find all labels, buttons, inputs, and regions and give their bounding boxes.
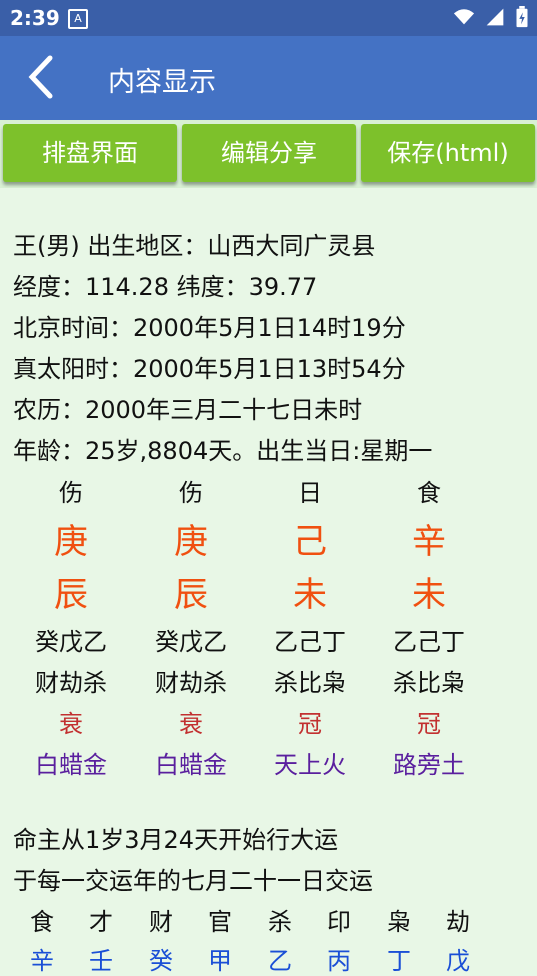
gan-cell: 己 xyxy=(293,522,327,562)
dayun-shishen-cell: 才 xyxy=(89,908,113,936)
info-line-1: 王(男) 出生地区：山西大同广灵县 xyxy=(13,232,376,260)
shishen-cell: 食 xyxy=(417,479,441,507)
canggan-cell: 乙己丁 xyxy=(393,628,465,656)
cang-shishen-cell: 财劫杀 xyxy=(35,669,107,697)
paipan-button[interactable]: 排盘界面 xyxy=(3,124,177,182)
info-line-4: 真太阳时：2000年5月1日13时54分 xyxy=(13,355,406,383)
dayun-shishen-cell: 财 xyxy=(149,908,173,936)
nayin-cell: 白蜡金 xyxy=(35,751,107,779)
state-cell: 衰 xyxy=(179,710,203,738)
dayun-gan-cell: 乙 xyxy=(268,947,292,975)
dayun-shishen-cell: 枭 xyxy=(387,908,411,936)
dayun-line-2: 于每一交运年的七月二十一日交运 xyxy=(13,867,373,895)
dayun-shishen-cell: 劫 xyxy=(446,908,470,936)
gan-row: 庚 庚 己 辛 xyxy=(0,514,537,562)
gan-cell: 庚 xyxy=(54,522,88,562)
dayun-gan-cell: 戊 xyxy=(446,947,470,975)
signal-icon xyxy=(486,8,504,26)
shishen-cell: 日 xyxy=(298,479,322,507)
page-title: 内容显示 xyxy=(108,67,216,98)
cang-shishen-row: 财劫杀 财劫杀 杀比枭 杀比枭 xyxy=(0,663,537,707)
app-bar: 内容显示 xyxy=(0,36,537,120)
nayin-cell: 天上火 xyxy=(274,751,346,779)
nayin-row: 白蜡金 白蜡金 天上火 路旁土 xyxy=(0,745,537,789)
dayun-shishen-cell: 官 xyxy=(208,908,232,936)
content-area[interactable]: 王(男) 出生地区：山西大同广灵县 经度：114.28 纬度：39.77 北京时… xyxy=(0,188,537,975)
back-arrow-icon[interactable] xyxy=(22,52,62,102)
gan-cell: 庚 xyxy=(174,522,208,562)
dayun-gan-cell: 辛 xyxy=(30,947,54,975)
zhi-row: 辰 辰 未 未 xyxy=(0,567,537,615)
canggan-cell: 癸戊乙 xyxy=(35,628,107,656)
nayin-cell: 路旁土 xyxy=(393,751,465,779)
toolbar: 排盘界面 编辑分享 保存(html) xyxy=(0,120,537,188)
zhi-cell: 未 xyxy=(412,575,446,615)
zhi-cell: 辰 xyxy=(174,575,208,615)
zhi-cell: 辰 xyxy=(54,575,88,615)
cang-shishen-cell: 杀比枭 xyxy=(274,669,346,697)
dayun-shishen-cell: 印 xyxy=(327,908,351,936)
nayin-cell: 白蜡金 xyxy=(155,751,227,779)
state-row: 衰 衰 冠 冠 xyxy=(0,704,537,748)
status-icons xyxy=(453,6,529,28)
state-cell: 冠 xyxy=(417,710,441,738)
canggan-cell: 乙己丁 xyxy=(274,628,346,656)
notification-icon: A xyxy=(68,9,88,29)
edit-share-button[interactable]: 编辑分享 xyxy=(182,124,356,182)
dayun-shishen-cell: 食 xyxy=(30,908,54,936)
save-html-button[interactable]: 保存(html) xyxy=(361,124,535,182)
cang-shishen-cell: 财劫杀 xyxy=(155,669,227,697)
canggan-cell: 癸戊乙 xyxy=(155,628,227,656)
shishen-row: 伤 伤 日 食 xyxy=(0,473,537,517)
dayun-gan-cell: 癸 xyxy=(149,947,173,975)
state-cell: 冠 xyxy=(298,710,322,738)
status-time: 2:39 xyxy=(10,6,60,30)
cang-shishen-cell: 杀比枭 xyxy=(393,669,465,697)
dayun-gan-cell: 丁 xyxy=(387,947,411,975)
status-bar: 2:39 A xyxy=(0,0,537,36)
dayun-shishen-cell: 杀 xyxy=(268,908,292,936)
gan-cell: 辛 xyxy=(412,522,446,562)
info-line-2: 经度：114.28 纬度：39.77 xyxy=(13,273,318,301)
dayun-gan-cell: 壬 xyxy=(89,947,113,975)
dayun-gan-cell: 丙 xyxy=(327,947,351,975)
info-line-6: 年龄：25岁,8804天。出生当日:星期一 xyxy=(13,437,433,465)
battery-icon xyxy=(516,6,528,28)
dayun-gan-cell: 甲 xyxy=(208,947,232,975)
info-line-3: 北京时间：2000年5月1日14时19分 xyxy=(13,314,406,342)
info-line-5: 农历：2000年三月二十七日未时 xyxy=(13,396,363,424)
state-cell: 衰 xyxy=(59,710,83,738)
shishen-cell: 伤 xyxy=(179,479,203,507)
wifi-icon xyxy=(453,9,475,25)
canggan-row: 癸戊乙 癸戊乙 乙己丁 乙己丁 xyxy=(0,622,537,666)
shishen-cell: 伤 xyxy=(59,479,83,507)
dayun-line-1: 命主从1岁3月24天开始行大运 xyxy=(13,826,339,854)
zhi-cell: 未 xyxy=(293,575,327,615)
